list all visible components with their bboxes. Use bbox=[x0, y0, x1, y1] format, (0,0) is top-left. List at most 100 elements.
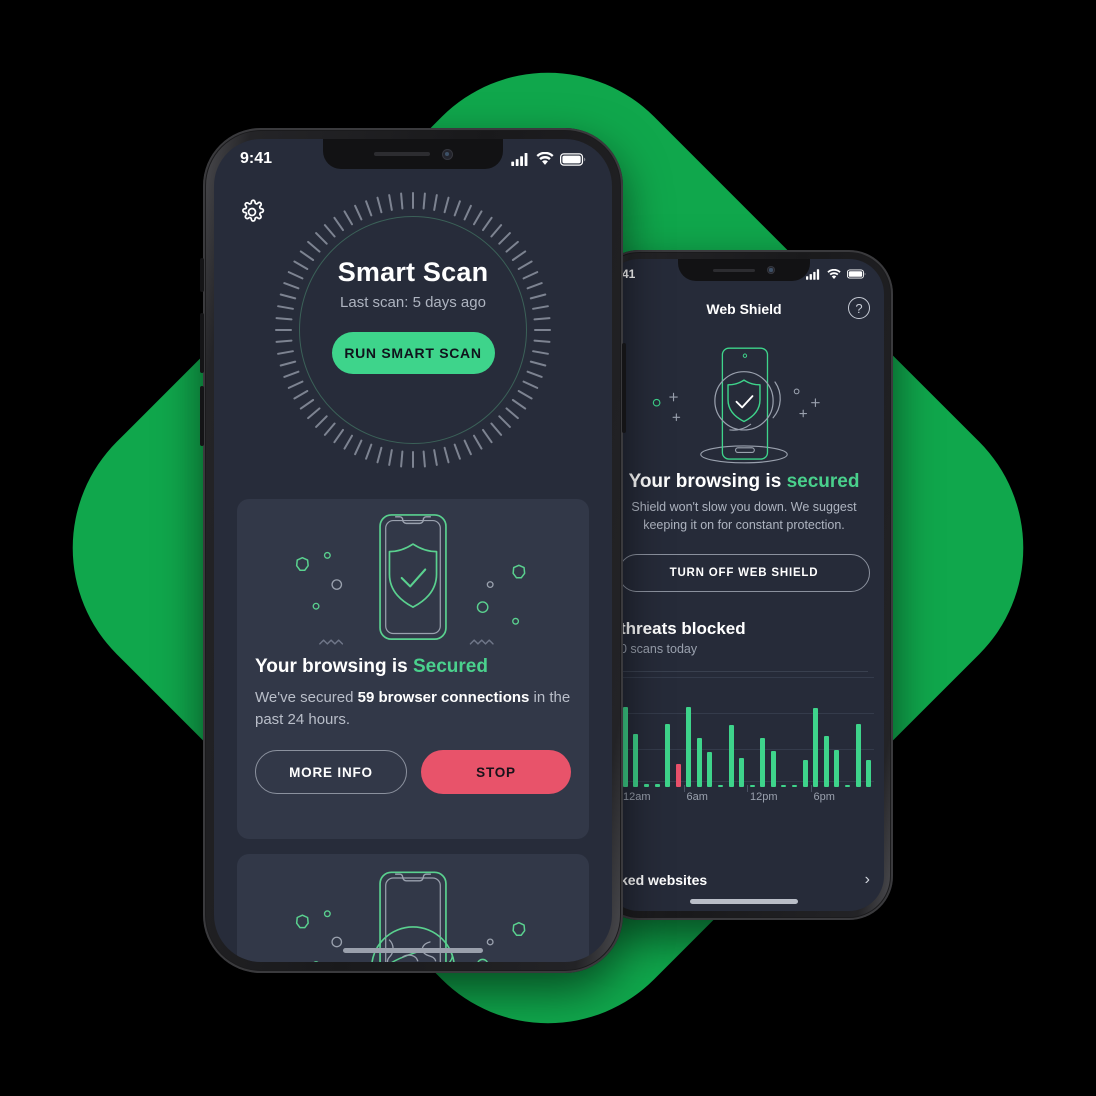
chart-bar-slot bbox=[631, 677, 642, 787]
power-button[interactable] bbox=[622, 343, 626, 433]
front-status-clock: 9:41 bbox=[240, 150, 273, 167]
chart-bar-slot bbox=[662, 677, 673, 787]
chart-bar-slot bbox=[821, 677, 832, 787]
chevron-right-icon: › bbox=[864, 871, 870, 888]
chart-x-tick: 12am bbox=[620, 785, 684, 809]
threats-bar-chart: 12am 6am 12pm 6pm bbox=[620, 677, 874, 809]
wifi-icon bbox=[827, 268, 841, 279]
chart-bar-slot bbox=[832, 677, 843, 787]
chart-bar-slot bbox=[747, 677, 758, 787]
cellular-signal-icon bbox=[511, 152, 528, 166]
question-mark-icon[interactable]: ? bbox=[848, 297, 870, 319]
chart-bar bbox=[675, 763, 681, 787]
scans-today-label: 0 scans today bbox=[620, 642, 698, 656]
chart-bar-slot bbox=[715, 677, 726, 787]
chart-x-tick-label: 6am bbox=[686, 791, 708, 803]
chart-bar-slot bbox=[853, 677, 864, 787]
web-shield-heading-prefix: Your browsing is bbox=[255, 656, 413, 677]
chart-bar bbox=[728, 725, 734, 787]
web-shield-heading: Your browsing is Secured bbox=[255, 656, 571, 678]
chart-bar bbox=[707, 751, 713, 787]
back-status-heading-prefix: Your browsing is bbox=[628, 471, 787, 492]
last-scan-label: Last scan: 5 days ago bbox=[340, 294, 486, 311]
chart-bar-slot bbox=[768, 677, 779, 787]
blocked-websites-row[interactable]: ked websites › bbox=[620, 871, 870, 889]
chart-bar bbox=[792, 784, 798, 787]
front-phone-notch bbox=[323, 139, 503, 169]
chart-bar-slot bbox=[863, 677, 874, 787]
chart-bars-group bbox=[620, 677, 874, 787]
back-phone-header: Web Shield ? bbox=[604, 295, 884, 323]
wifi-icon bbox=[536, 152, 554, 165]
chart-bar bbox=[686, 706, 692, 787]
web-shield-heading-status: Secured bbox=[413, 656, 488, 677]
chart-x-tick: 6pm bbox=[810, 785, 875, 809]
front-home-indicator[interactable] bbox=[343, 948, 483, 953]
volume-down-button[interactable] bbox=[200, 386, 204, 446]
chart-bar bbox=[760, 737, 766, 787]
back-home-indicator[interactable] bbox=[690, 899, 798, 904]
gear-icon[interactable] bbox=[239, 199, 265, 225]
back-page-title: Web Shield bbox=[706, 301, 782, 317]
chart-x-tick: 12pm bbox=[747, 785, 811, 809]
mute-switch-button[interactable] bbox=[200, 258, 204, 292]
back-status-block: Your browsing is secured Shield won't sl… bbox=[604, 471, 884, 534]
battery-icon bbox=[560, 152, 586, 166]
chart-bar bbox=[834, 749, 840, 787]
back-status-heading-value: secured bbox=[786, 471, 860, 492]
chart-x-tick-label: 6pm bbox=[813, 791, 835, 803]
chart-bar-slot bbox=[800, 677, 811, 787]
chart-bar-slot bbox=[758, 677, 769, 787]
vpn-globe-illustration bbox=[295, 871, 526, 962]
chart-bar bbox=[749, 784, 755, 787]
chart-bar-slot bbox=[694, 677, 705, 787]
earpiece-speaker bbox=[373, 152, 430, 156]
chart-bar bbox=[622, 706, 628, 787]
back-phone-screen: 41 Web Shield ? Your browsing is secured… bbox=[604, 259, 884, 911]
chart-bar bbox=[802, 759, 808, 787]
back-stats-block: threats blocked 0 scans today bbox=[620, 619, 868, 672]
back-status-clock: 41 bbox=[622, 267, 636, 281]
chart-x-axis: 12am 6am 12pm 6pm bbox=[620, 785, 875, 809]
chart-bar bbox=[643, 783, 649, 787]
turn-off-web-shield-button[interactable]: TURN OFF WEB SHIELD bbox=[618, 554, 870, 592]
chart-bar bbox=[665, 724, 671, 787]
run-smart-scan-button[interactable]: RUN SMART SCAN bbox=[331, 332, 495, 374]
chart-bar-slot bbox=[673, 677, 684, 787]
stats-divider bbox=[620, 671, 868, 672]
blocked-websites-label: ked websites bbox=[620, 872, 708, 888]
chart-bar bbox=[654, 783, 660, 787]
more-info-button[interactable]: MORE INFO bbox=[255, 750, 407, 795]
front-phone-screen: 9:41 Smart Scan Last scan: 5 days ago RU… bbox=[214, 139, 612, 962]
earpiece-speaker bbox=[713, 268, 755, 272]
chart-bar bbox=[813, 707, 819, 787]
chart-bar bbox=[696, 737, 702, 787]
page-title: Smart Scan bbox=[337, 257, 489, 287]
chart-bar bbox=[717, 784, 723, 787]
front-phone-device: 9:41 Smart Scan Last scan: 5 days ago RU… bbox=[200, 128, 626, 973]
front-camera-icon bbox=[441, 148, 453, 160]
chart-bar-slot bbox=[810, 677, 821, 787]
chart-x-tick: 6am bbox=[683, 785, 748, 809]
chart-bar-slot bbox=[652, 677, 663, 787]
web-shield-illustration bbox=[237, 499, 589, 656]
chart-bar-slot bbox=[736, 677, 747, 787]
chart-bar bbox=[855, 724, 861, 787]
chart-bar-slot bbox=[726, 677, 737, 787]
desc-highlight: 59 browser connections bbox=[357, 689, 530, 706]
chart-bar-slot bbox=[842, 677, 853, 787]
chart-bar bbox=[866, 759, 872, 787]
chart-bar bbox=[781, 784, 787, 787]
chart-bar bbox=[770, 750, 776, 787]
shield-phone-illustration bbox=[604, 323, 884, 473]
web-shield-card: Your browsing is Secured We've secured 5… bbox=[237, 499, 589, 839]
back-status-description: Shield won't slow you down. We suggest k… bbox=[631, 500, 857, 533]
stop-button[interactable]: STOP bbox=[421, 750, 571, 795]
web-shield-card-actions: MORE INFO STOP bbox=[255, 750, 571, 795]
volume-up-button[interactable] bbox=[200, 313, 204, 373]
back-status-heading: Your browsing is secured bbox=[618, 471, 870, 493]
smart-scan-section: Smart Scan Last scan: 5 days ago RUN SMA… bbox=[214, 185, 612, 475]
chart-bar bbox=[823, 736, 829, 787]
chart-bar bbox=[844, 784, 850, 787]
vpn-card[interactable] bbox=[237, 854, 589, 962]
